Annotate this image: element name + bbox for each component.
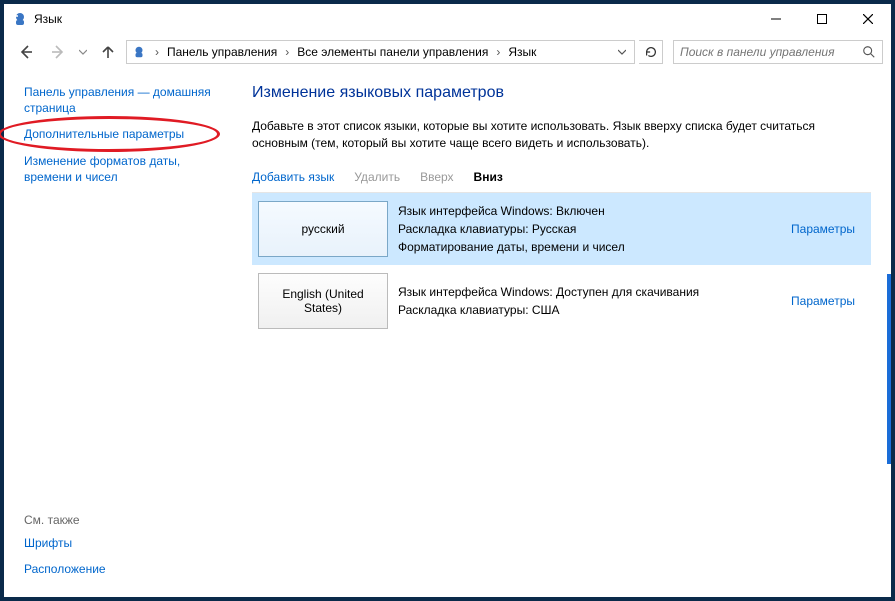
chevron-right-icon[interactable]: › bbox=[494, 45, 502, 59]
maximize-button[interactable] bbox=[799, 4, 845, 34]
language-detail: Раскладка клавиатуры: США bbox=[398, 301, 781, 319]
language-list: русский Язык интерфейса Windows: Включен… bbox=[252, 192, 871, 337]
breadcrumb-leaf[interactable]: Язык bbox=[506, 45, 538, 59]
chevron-right-icon[interactable]: › bbox=[283, 45, 291, 59]
window-title: Язык bbox=[34, 12, 62, 26]
language-options-link[interactable]: Параметры bbox=[791, 294, 855, 308]
sidebar-fonts-link[interactable]: Шрифты bbox=[24, 535, 222, 551]
language-detail: Язык интерфейса Windows: Доступен для ск… bbox=[398, 283, 781, 301]
remove-language-button: Удалить bbox=[354, 170, 400, 184]
language-tile[interactable]: English (United States) bbox=[258, 273, 388, 329]
language-options-link[interactable]: Параметры bbox=[791, 222, 855, 236]
breadcrumb-dropdown[interactable] bbox=[614, 45, 630, 59]
search-input[interactable] bbox=[678, 44, 860, 60]
close-button[interactable] bbox=[845, 4, 891, 34]
language-info: Язык интерфейса Windows: Включен Расклад… bbox=[398, 201, 781, 257]
nav-forward-button[interactable] bbox=[44, 38, 72, 66]
page-description: Добавьте в этот список языки, которые вы… bbox=[252, 118, 871, 152]
add-language-button[interactable]: Добавить язык bbox=[252, 170, 334, 184]
page-title: Изменение языковых параметров bbox=[252, 84, 871, 102]
titlebar: Язык bbox=[4, 4, 891, 34]
window-controls bbox=[753, 4, 891, 34]
nav-up-button[interactable] bbox=[94, 38, 122, 66]
language-detail: Раскладка клавиатуры: Русская bbox=[398, 220, 781, 238]
nav-back-button[interactable] bbox=[12, 38, 40, 66]
language-row[interactable]: русский Язык интерфейса Windows: Включен… bbox=[252, 193, 871, 265]
app-icon bbox=[12, 11, 28, 27]
control-panel-icon bbox=[131, 44, 147, 60]
language-row[interactable]: English (United States) Язык интерфейса … bbox=[252, 265, 871, 337]
sidebar: Панель управления — домашняя страница До… bbox=[4, 70, 230, 597]
breadcrumb-root[interactable]: Панель управления bbox=[165, 45, 279, 59]
language-detail: Язык интерфейса Windows: Включен bbox=[398, 202, 781, 220]
move-down-button[interactable]: Вниз bbox=[474, 170, 503, 184]
language-detail: Форматирование даты, времени и чисел bbox=[398, 238, 781, 256]
refresh-button[interactable] bbox=[639, 40, 663, 64]
search-box[interactable] bbox=[673, 40, 883, 64]
sidebar-home-link[interactable]: Панель управления — домашняя страница bbox=[24, 84, 222, 116]
window-edge-highlight bbox=[887, 274, 891, 464]
sidebar-location-link[interactable]: Расположение bbox=[24, 561, 222, 577]
sidebar-advanced-link[interactable]: Дополнительные параметры bbox=[24, 126, 222, 142]
nav-recent-dropdown[interactable] bbox=[76, 38, 90, 66]
navbar: › Панель управления › Все элементы панел… bbox=[4, 34, 891, 70]
chevron-right-icon[interactable]: › bbox=[153, 45, 161, 59]
language-toolbar: Добавить язык Удалить Вверх Вниз bbox=[252, 166, 871, 192]
main-pane: Изменение языковых параметров Добавьте в… bbox=[230, 70, 891, 597]
see-also-heading: См. также bbox=[24, 513, 222, 527]
search-icon[interactable] bbox=[860, 45, 878, 59]
breadcrumb[interactable]: › Панель управления › Все элементы панел… bbox=[126, 40, 635, 64]
language-info: Язык интерфейса Windows: Доступен для ск… bbox=[398, 273, 781, 329]
sidebar-formats-link[interactable]: Изменение форматов даты, времени и чисел bbox=[24, 153, 222, 185]
minimize-button[interactable] bbox=[753, 4, 799, 34]
breadcrumb-all-items[interactable]: Все элементы панели управления bbox=[295, 45, 490, 59]
move-up-button: Вверх bbox=[420, 170, 453, 184]
language-tile[interactable]: русский bbox=[258, 201, 388, 257]
